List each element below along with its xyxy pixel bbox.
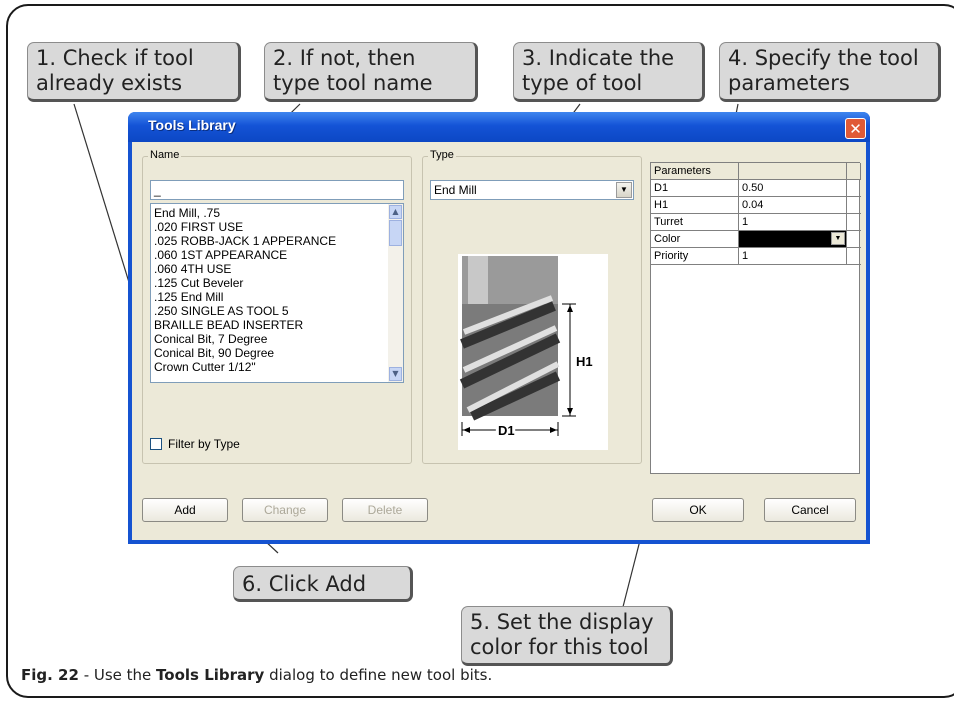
type-group-label: Type	[428, 149, 456, 161]
param-value[interactable]: 0.04	[739, 197, 847, 214]
tool-name-input[interactable]: _	[150, 180, 404, 200]
dialog-titlebar[interactable]: Tools Library ✕	[128, 112, 870, 142]
list-item[interactable]: .250 SINGLE AS TOOL 5	[151, 304, 403, 318]
list-item[interactable]: Crown Cutter 1/12"	[151, 360, 403, 374]
param-row-end	[847, 214, 861, 231]
chevron-down-icon[interactable]: ▼	[616, 182, 632, 198]
dialog-title: Tools Library	[148, 117, 236, 133]
param-row-end	[847, 180, 861, 197]
cancel-button[interactable]: Cancel	[764, 498, 856, 522]
filter-by-type-label: Filter by Type	[168, 437, 240, 451]
list-item[interactable]: End Mill, .75	[151, 206, 403, 220]
param-row-end	[847, 197, 861, 214]
name-group-label: Name	[148, 149, 182, 161]
caption-fig-number: Fig. 22	[21, 666, 79, 684]
callout-display-color: 5. Set the display color for this tool	[461, 606, 673, 666]
list-item[interactable]: .125 Cut Beveler	[151, 276, 403, 290]
tool-type-value: End Mill	[434, 183, 477, 197]
ok-button[interactable]: OK	[652, 498, 744, 522]
param-key: D1	[651, 180, 739, 197]
figure-caption: Fig. 22 - Use the Tools Library dialog t…	[21, 666, 492, 684]
caption-post: dialog to define new tool bits.	[264, 666, 493, 684]
add-button[interactable]: Add	[142, 498, 228, 522]
list-item[interactable]: .060 4TH USE	[151, 262, 403, 276]
tool-name-value: _	[154, 183, 161, 197]
caption-bold: Tools Library	[156, 666, 265, 684]
tool-type-select[interactable]: End Mill ▼	[430, 180, 634, 200]
close-icon: ✕	[849, 120, 862, 138]
scroll-thumb[interactable]	[389, 220, 402, 246]
list-item[interactable]: Conical Bit, 7 Degree	[151, 332, 403, 346]
parameters-header-value	[739, 163, 847, 180]
param-value[interactable]: 1	[739, 214, 847, 231]
param-value[interactable]: 1	[739, 248, 847, 265]
d1-label: D1	[498, 423, 515, 438]
list-item[interactable]: BRAILLE BEAD INSERTER	[151, 318, 403, 332]
color-picker[interactable]: ▼	[739, 231, 847, 248]
param-row-end	[847, 248, 861, 265]
scroll-down-icon[interactable]: ▼	[389, 367, 402, 381]
h1-label: H1	[576, 354, 593, 369]
change-button[interactable]: Change	[242, 498, 328, 522]
filter-by-type-checkbox[interactable]	[150, 438, 162, 450]
param-key: Turret	[651, 214, 739, 231]
list-item[interactable]: Conical Bit, 90 Degree	[151, 346, 403, 360]
list-item[interactable]: .125 End Mill	[151, 290, 403, 304]
chevron-down-icon[interactable]: ▼	[831, 232, 845, 245]
list-item[interactable]: .020 FIRST USE	[151, 220, 403, 234]
close-button[interactable]: ✕	[845, 118, 866, 139]
parameters-header-end	[847, 163, 861, 180]
callout-tool-type: 3. Indicate the type of tool	[513, 42, 705, 102]
caption-pre: - Use the	[78, 666, 157, 684]
parameters-header: Parameters	[651, 163, 739, 180]
delete-button[interactable]: Delete	[342, 498, 428, 522]
tools-library-dialog: Tools Library ✕ Name _ End Mill, .75.020…	[128, 112, 870, 544]
param-row-end	[847, 231, 861, 248]
scroll-up-icon[interactable]: ▲	[389, 205, 402, 219]
list-item[interactable]: .025 ROBB-JACK 1 APPERANCE	[151, 234, 403, 248]
parameters-grid[interactable]: Parameters D1 0.50 H1 0.04 Turret 1 Color ▼ Prio…	[650, 162, 861, 474]
tool-list[interactable]: End Mill, .75.020 FIRST USE .025 ROBB-JAC…	[150, 203, 404, 383]
tool-list-scrollbar[interactable]: ▲ ▼	[388, 204, 403, 382]
callout-check-tool: 1. Check if tool already exists	[27, 42, 241, 102]
param-key: Color	[651, 231, 739, 248]
callout-type-name: 2. If not, then type tool name	[264, 42, 478, 102]
param-key: Priority	[651, 248, 739, 265]
end-mill-diagram: H1 D1	[458, 254, 608, 450]
callout-tool-parameters: 4. Specify the tool parameters	[719, 42, 941, 102]
dialog-client-area: Name _ End Mill, .75.020 FIRST USE .025 R…	[132, 142, 866, 540]
callout-click-add: 6. Click Add	[233, 566, 413, 602]
param-key: H1	[651, 197, 739, 214]
param-value[interactable]: 0.50	[739, 180, 847, 197]
list-item[interactable]: .060 1ST APPEARANCE	[151, 248, 403, 262]
